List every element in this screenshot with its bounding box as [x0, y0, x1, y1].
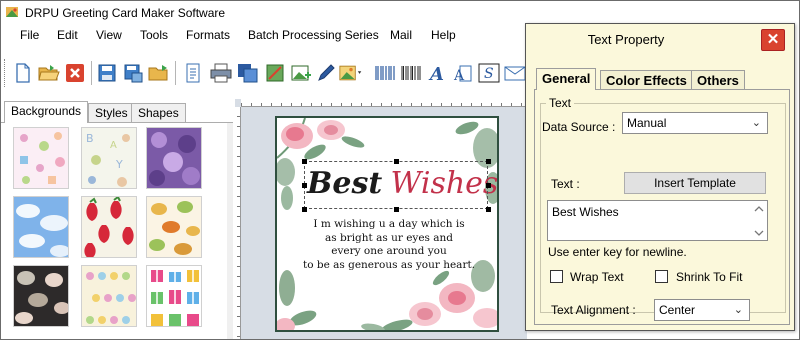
resize-handle[interactable] [302, 207, 307, 212]
app-window: DRPU Greeting Card Maker Software File E… [0, 0, 800, 340]
thumbnail-baby-letters-pattern[interactable]: B A Y [81, 127, 137, 189]
card-message-line: to be as generous as your heart. [302, 258, 476, 271]
save-icon[interactable] [95, 61, 119, 85]
new-icon[interactable] [11, 61, 35, 85]
wrap-text-label: Wrap Text [570, 270, 624, 284]
export-icon[interactable] [147, 61, 171, 85]
print-icon[interactable] [209, 61, 233, 85]
toolbar-separator [91, 61, 92, 85]
resize-handle[interactable] [394, 159, 399, 164]
resize-handle[interactable] [486, 159, 491, 164]
tab-others[interactable]: Others [691, 70, 745, 90]
thumbnail-leaf-pattern[interactable] [146, 196, 202, 258]
horizontal-ruler [241, 99, 527, 107]
pen-icon[interactable] [314, 61, 338, 85]
menu-help[interactable]: Help [429, 28, 458, 42]
text-input[interactable]: Best Wishes [547, 200, 768, 241]
svg-text:A: A [453, 68, 465, 83]
menu-file[interactable]: File [18, 28, 41, 42]
vertical-ruler [235, 107, 241, 339]
data-source-select[interactable]: Manual ⌄ [622, 112, 768, 134]
thumbnail-baby-pattern[interactable] [13, 127, 69, 189]
text-property-dialog: Text Property ✕ General Color Effects Ot… [525, 23, 795, 331]
chevron-down-icon: ⌄ [733, 304, 743, 316]
picture-icon[interactable] [339, 61, 363, 85]
toolbar-separator [175, 61, 176, 85]
thumbnail-balloon-pattern[interactable] [81, 265, 137, 327]
resize-handle[interactable] [302, 183, 307, 188]
svg-text:A: A [110, 140, 117, 151]
data-source-value: Manual [627, 116, 667, 130]
properties-icon[interactable] [181, 61, 205, 85]
library-scrollbar[interactable] [227, 123, 233, 339]
signature-icon[interactable]: S [477, 61, 501, 85]
svg-text:B: B [86, 132, 94, 145]
title-bar: DRPU Greeting Card Maker Software [1, 1, 799, 25]
resize-handle[interactable] [486, 183, 491, 188]
thumbnail-strawberry-pattern[interactable] [81, 196, 137, 258]
text-group-label: Text [546, 96, 575, 110]
library-panel: Backgrounds Styles Shapes B A Y [1, 101, 233, 339]
card-message-line: as bright as ur eyes and [324, 231, 454, 244]
menu-mail[interactable]: Mail [388, 28, 414, 42]
thumbnail-purple-floral-pattern[interactable] [146, 127, 202, 189]
resize-handle[interactable] [302, 159, 307, 164]
resize-handle[interactable] [394, 207, 399, 212]
toolbar: A A S [1, 57, 541, 91]
mail-icon[interactable] [503, 61, 527, 85]
barcode-icon[interactable] [373, 61, 397, 85]
tab-color-effects[interactable]: Color Effects [600, 70, 693, 90]
window-title: DRPU Greeting Card Maker Software [25, 6, 226, 20]
tab-backgrounds[interactable]: Backgrounds [4, 101, 89, 123]
text-alignment-label: Text Alignment : [551, 303, 636, 317]
open-icon[interactable] [37, 61, 61, 85]
thumbnail-blue-sky-pattern[interactable] [13, 196, 69, 258]
resize-handle[interactable] [486, 207, 491, 212]
svg-text:S: S [484, 66, 494, 82]
tab-shapes[interactable]: Shapes [131, 103, 186, 123]
wordart-icon[interactable]: A [451, 61, 475, 85]
barcode-2d-icon[interactable] [399, 61, 423, 85]
menu-tools[interactable]: Tools [138, 28, 170, 42]
data-source-label: Data Source : [542, 120, 616, 134]
newline-hint: Use enter key for newline. [548, 245, 687, 259]
print-preview-icon[interactable] [236, 61, 260, 85]
image-icon[interactable] [289, 61, 313, 85]
text-input-value: Best Wishes [552, 205, 619, 219]
thumbnail-dark-leaf-pattern[interactable] [13, 265, 69, 327]
menu-batch-processing-series[interactable]: Batch Processing Series [246, 28, 381, 42]
svg-text:A: A [428, 64, 444, 83]
toolbar-grip[interactable] [4, 59, 7, 87]
selection-box [304, 161, 488, 209]
save-as-icon[interactable] [121, 61, 145, 85]
tab-styles[interactable]: Styles [88, 103, 135, 123]
text-alignment-value: Center [659, 303, 696, 317]
greeting-card[interactable]: Best Wishes I m wishing u a day which is… [275, 116, 499, 332]
text-label: Text : [551, 177, 580, 191]
chevron-down-icon: ⌄ [751, 117, 761, 129]
insert-template-button[interactable]: Insert Template [624, 172, 766, 194]
tab-general[interactable]: General [536, 68, 597, 90]
text-icon[interactable]: A [425, 61, 449, 85]
menu-edit[interactable]: Edit [55, 28, 80, 42]
close-icon[interactable]: ✕ [761, 29, 785, 51]
shrink-to-fit-checkbox[interactable] [655, 270, 668, 283]
thumbnail-gift-box-pattern[interactable] [146, 265, 202, 327]
text-alignment-select[interactable]: Center ⌄ [654, 299, 750, 321]
close-icon[interactable] [63, 61, 87, 85]
wrap-text-checkbox[interactable] [550, 270, 563, 283]
card-message-line: I m wishing u a day which is [313, 218, 465, 230]
app-logo-icon [6, 7, 18, 17]
svg-text:Y: Y [115, 158, 123, 171]
card-message[interactable]: I m wishing u a day which is as bright a… [297, 218, 481, 272]
text-scrollbar[interactable] [752, 202, 766, 240]
menu-formats[interactable]: Formats [184, 28, 232, 42]
send-to-back-icon[interactable] [263, 61, 287, 85]
card-message-line: every one around you [331, 245, 447, 258]
menu-view[interactable]: View [94, 28, 124, 42]
dialog-title: Text Property [587, 32, 665, 47]
shrink-to-fit-label: Shrink To Fit [676, 270, 743, 284]
